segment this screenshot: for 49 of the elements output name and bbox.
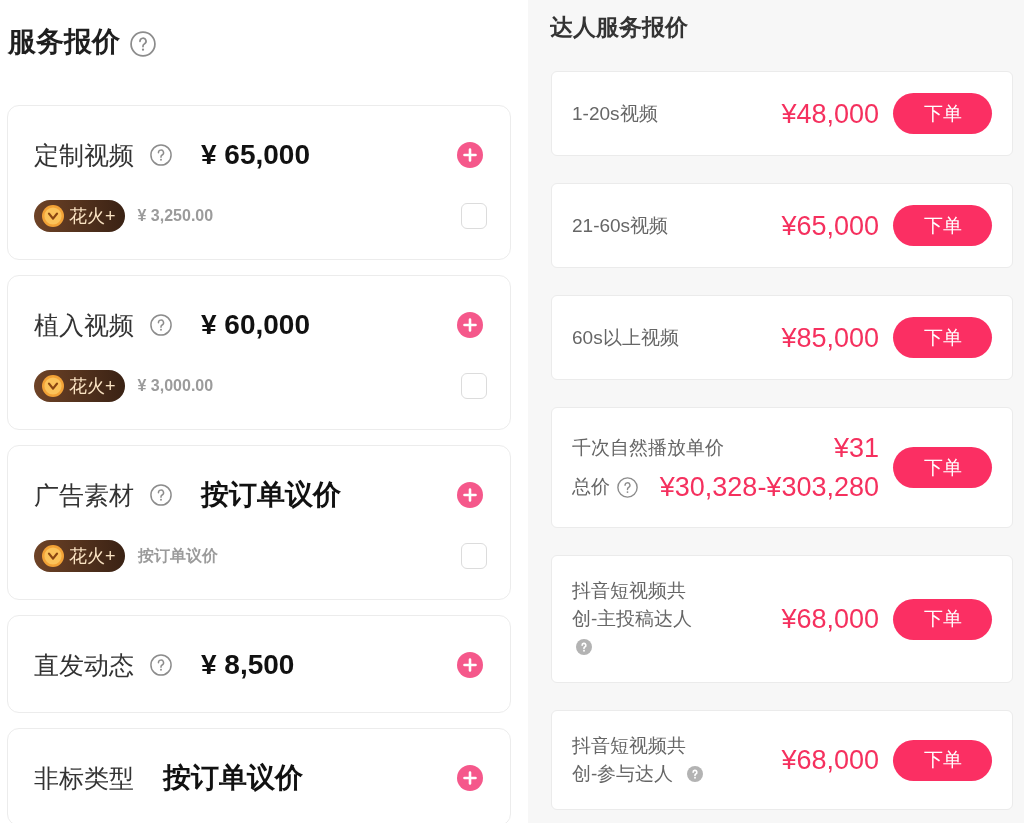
checkbox[interactable] — [461, 203, 487, 229]
service-price: 按订单议价 — [163, 761, 303, 795]
spark-price: ¥ 3,250.00 — [137, 206, 214, 226]
plus-icon[interactable] — [457, 482, 483, 508]
service-price: ¥ 60,000 — [201, 308, 310, 342]
service-price: ¥68,000 — [781, 744, 879, 777]
spark-price: 按订单议价 — [137, 546, 218, 566]
order-button[interactable]: 下单 — [893, 205, 992, 246]
plus-icon[interactable] — [457, 142, 483, 168]
service-price: ¥65,000 — [781, 209, 879, 243]
service-name: 植入视频 — [34, 310, 134, 341]
service-name: 广告素材 — [34, 480, 134, 511]
section-title: 达人服务报价 — [550, 13, 689, 42]
plus-icon[interactable] — [457, 765, 483, 791]
unit-price: ¥31 — [833, 432, 879, 465]
service-name: 1-20s视频 — [572, 102, 659, 124]
order-button[interactable]: 下单 — [893, 317, 992, 358]
checkbox[interactable] — [461, 543, 487, 569]
service-name: 定制视频 — [34, 140, 134, 171]
plus-icon[interactable] — [457, 312, 483, 338]
plus-icon[interactable] — [457, 652, 483, 678]
service-name: 60s以上视频 — [572, 326, 680, 348]
chevron-coin-icon — [42, 375, 64, 397]
service-name: 抖音短视频共创-主投稿达人 — [572, 580, 694, 629]
order-button[interactable]: 下单 — [893, 93, 992, 134]
order-button[interactable]: 下单 — [893, 598, 992, 640]
badge-label: 花火+ — [69, 205, 116, 228]
badge-label: 花火+ — [69, 545, 116, 568]
service-price: ¥48,000 — [781, 97, 879, 131]
service-price: ¥ 8,500 — [201, 648, 295, 682]
service-name: 直发动态 — [34, 650, 134, 681]
service-price: ¥85,000 — [781, 321, 879, 355]
unit-price-label: 千次自然播放单价 — [572, 436, 724, 460]
service-price: ¥ 65,000 — [201, 138, 310, 172]
spark-price: ¥ 3,000.00 — [137, 376, 214, 396]
service-name: 抖音短视频共创-参与达人 — [572, 735, 686, 784]
order-button[interactable]: 下单 — [893, 447, 992, 488]
service-name: 21-60s视频 — [572, 214, 670, 236]
total-label: 总价 — [572, 475, 610, 499]
service-name: 非标类型 — [34, 763, 134, 794]
order-button[interactable]: 下单 — [893, 739, 992, 781]
section-title: 服务报价 — [8, 25, 120, 59]
checkbox[interactable] — [461, 373, 487, 399]
service-price: ¥68,000 — [781, 603, 879, 636]
chevron-coin-icon — [42, 545, 64, 567]
chevron-coin-icon — [42, 205, 64, 227]
badge-label: 花火+ — [69, 375, 116, 398]
service-price: 按订单议价 — [201, 478, 341, 512]
total-price-range: ¥30,328-¥303,280 — [659, 471, 879, 504]
